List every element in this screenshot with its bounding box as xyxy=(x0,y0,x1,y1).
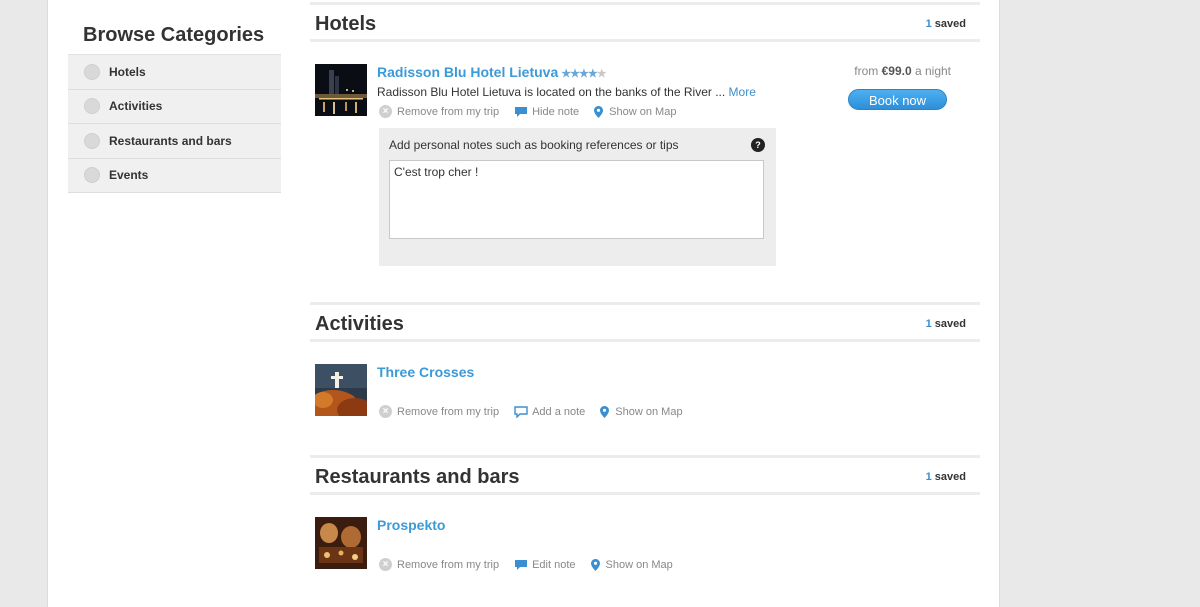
price: from €99.0 a night xyxy=(854,64,951,78)
price-value: €99.0 xyxy=(881,64,912,78)
speech-bubble-icon xyxy=(515,106,528,117)
show-on-map-button[interactable]: Show on Map xyxy=(590,558,673,571)
activity-name-link[interactable]: Three Crosses xyxy=(377,364,474,380)
map-pin-icon xyxy=(594,105,604,118)
section-header-hotels: Hotels 1 saved xyxy=(310,2,980,42)
show-on-map-button[interactable]: Show on Map xyxy=(594,105,677,118)
section-header-restaurants: Restaurants and bars 1 saved xyxy=(310,455,980,495)
remove-label: Remove from my trip xyxy=(397,105,500,118)
saved-label: saved xyxy=(934,18,966,30)
radio-icon[interactable] xyxy=(84,167,100,184)
price-prefix: from xyxy=(854,64,879,78)
sidebar-item-label: Events xyxy=(109,168,149,183)
stars-empty: ★ xyxy=(596,68,607,80)
radio-icon[interactable] xyxy=(84,132,100,149)
restaurant-thumbnail[interactable] xyxy=(315,517,367,569)
map-label: Show on Map xyxy=(609,105,677,118)
saved-count: 1 saved xyxy=(926,318,966,330)
show-on-map-button[interactable]: Show on Map xyxy=(600,405,683,418)
saved-number: 1 xyxy=(925,318,932,330)
stars-filled: ★★★★ xyxy=(561,68,597,80)
restaurant-name-link[interactable]: Prospekto xyxy=(377,517,445,533)
note-label: Hide note xyxy=(532,105,580,118)
sidebar-item-label: Activities xyxy=(109,99,163,114)
star-rating: ★★★★★ xyxy=(561,68,607,80)
price-suffix: a night xyxy=(914,64,951,78)
remove-from-trip-button[interactable]: × Remove from my trip xyxy=(379,105,499,118)
radio-icon[interactable] xyxy=(84,63,100,80)
hotel-thumbnail[interactable] xyxy=(315,64,367,116)
map-pin-icon xyxy=(600,405,610,418)
sidebar-item-hotels[interactable]: Hotels xyxy=(68,55,281,90)
note-textarea[interactable]: C'est trop cher ! xyxy=(389,160,764,239)
restaurant-item: Prospekto × Remove from my trip Edit not… xyxy=(315,517,975,571)
speech-bubble-icon xyxy=(514,405,528,418)
saved-count: 1 saved xyxy=(926,18,966,30)
close-icon: × xyxy=(379,105,392,118)
close-icon: × xyxy=(379,405,392,418)
activity-actions: × Remove from my trip Add a note Show on… xyxy=(379,405,698,418)
description-text: Radisson Blu Hotel Lietuva is located on… xyxy=(377,85,726,99)
hotel-item: Radisson Blu Hotel Lietuva ★★★★★ Radisson… xyxy=(315,64,975,274)
sidebar-item-activities[interactable]: Activities xyxy=(68,90,281,124)
section-title: Activities xyxy=(315,313,404,335)
saved-count: 1 saved xyxy=(926,471,966,483)
hide-note-button[interactable]: Hide note xyxy=(514,106,579,118)
remove-from-trip-button[interactable]: × Remove from my trip xyxy=(379,405,499,418)
sidebar-item-label: Restaurants and bars xyxy=(109,133,232,148)
close-icon: × xyxy=(379,558,392,571)
section-title: Hotels xyxy=(315,13,377,35)
sidebar-item-restaurants[interactable]: Restaurants and bars xyxy=(68,124,281,159)
speech-bubble-icon xyxy=(515,559,528,570)
help-icon[interactable]: ? xyxy=(751,138,765,152)
note-label: Add a note xyxy=(532,405,586,418)
restaurant-actions: × Remove from my trip Edit note Show on … xyxy=(379,558,688,571)
saved-label: saved xyxy=(934,318,966,330)
remove-from-trip-button[interactable]: × Remove from my trip xyxy=(379,558,499,571)
add-note-button[interactable]: Add a note xyxy=(514,406,585,418)
sidebar-item-events[interactable]: Events xyxy=(68,159,281,193)
edit-note-button[interactable]: Edit note xyxy=(514,558,576,571)
category-list: Hotels Activities Restaurants and bars E… xyxy=(68,54,281,193)
book-now-button[interactable]: Book now xyxy=(848,89,947,110)
section-header-activities: Activities 1 saved xyxy=(310,302,980,342)
remove-label: Remove from my trip xyxy=(397,558,500,571)
activity-item: Three Crosses × Remove from my trip Add … xyxy=(315,364,975,418)
section-title: Restaurants and bars xyxy=(315,466,520,488)
sidebar: Browse Categories Hotels Activities Rest… xyxy=(68,22,281,193)
map-pin-icon xyxy=(590,558,600,571)
note-label: Edit note xyxy=(532,558,576,571)
saved-number: 1 xyxy=(925,471,932,483)
note-panel: Add personal notes such as booking refer… xyxy=(379,128,776,266)
sidebar-item-label: Hotels xyxy=(109,64,146,79)
map-label: Show on Map xyxy=(615,405,683,418)
saved-label: saved xyxy=(934,471,966,483)
saved-number: 1 xyxy=(925,18,932,30)
hotel-description: Radisson Blu Hotel Lietuva is located on… xyxy=(377,85,756,99)
hotel-name-link[interactable]: Radisson Blu Hotel Lietuva ★★★★★ xyxy=(377,64,607,80)
page-container: Browse Categories Hotels Activities Rest… xyxy=(47,0,1000,607)
activity-thumbnail[interactable] xyxy=(315,364,367,416)
radio-icon[interactable] xyxy=(84,98,100,115)
map-label: Show on Map xyxy=(605,558,673,571)
hotel-actions: × Remove from my trip Hide note Show on … xyxy=(379,105,691,118)
more-link[interactable]: More xyxy=(729,85,756,99)
sidebar-title: Browse Categories xyxy=(83,24,265,46)
hotel-name: Radisson Blu Hotel Lietuva xyxy=(377,64,559,80)
note-label: Add personal notes such as booking refer… xyxy=(389,138,679,152)
remove-label: Remove from my trip xyxy=(397,405,500,418)
